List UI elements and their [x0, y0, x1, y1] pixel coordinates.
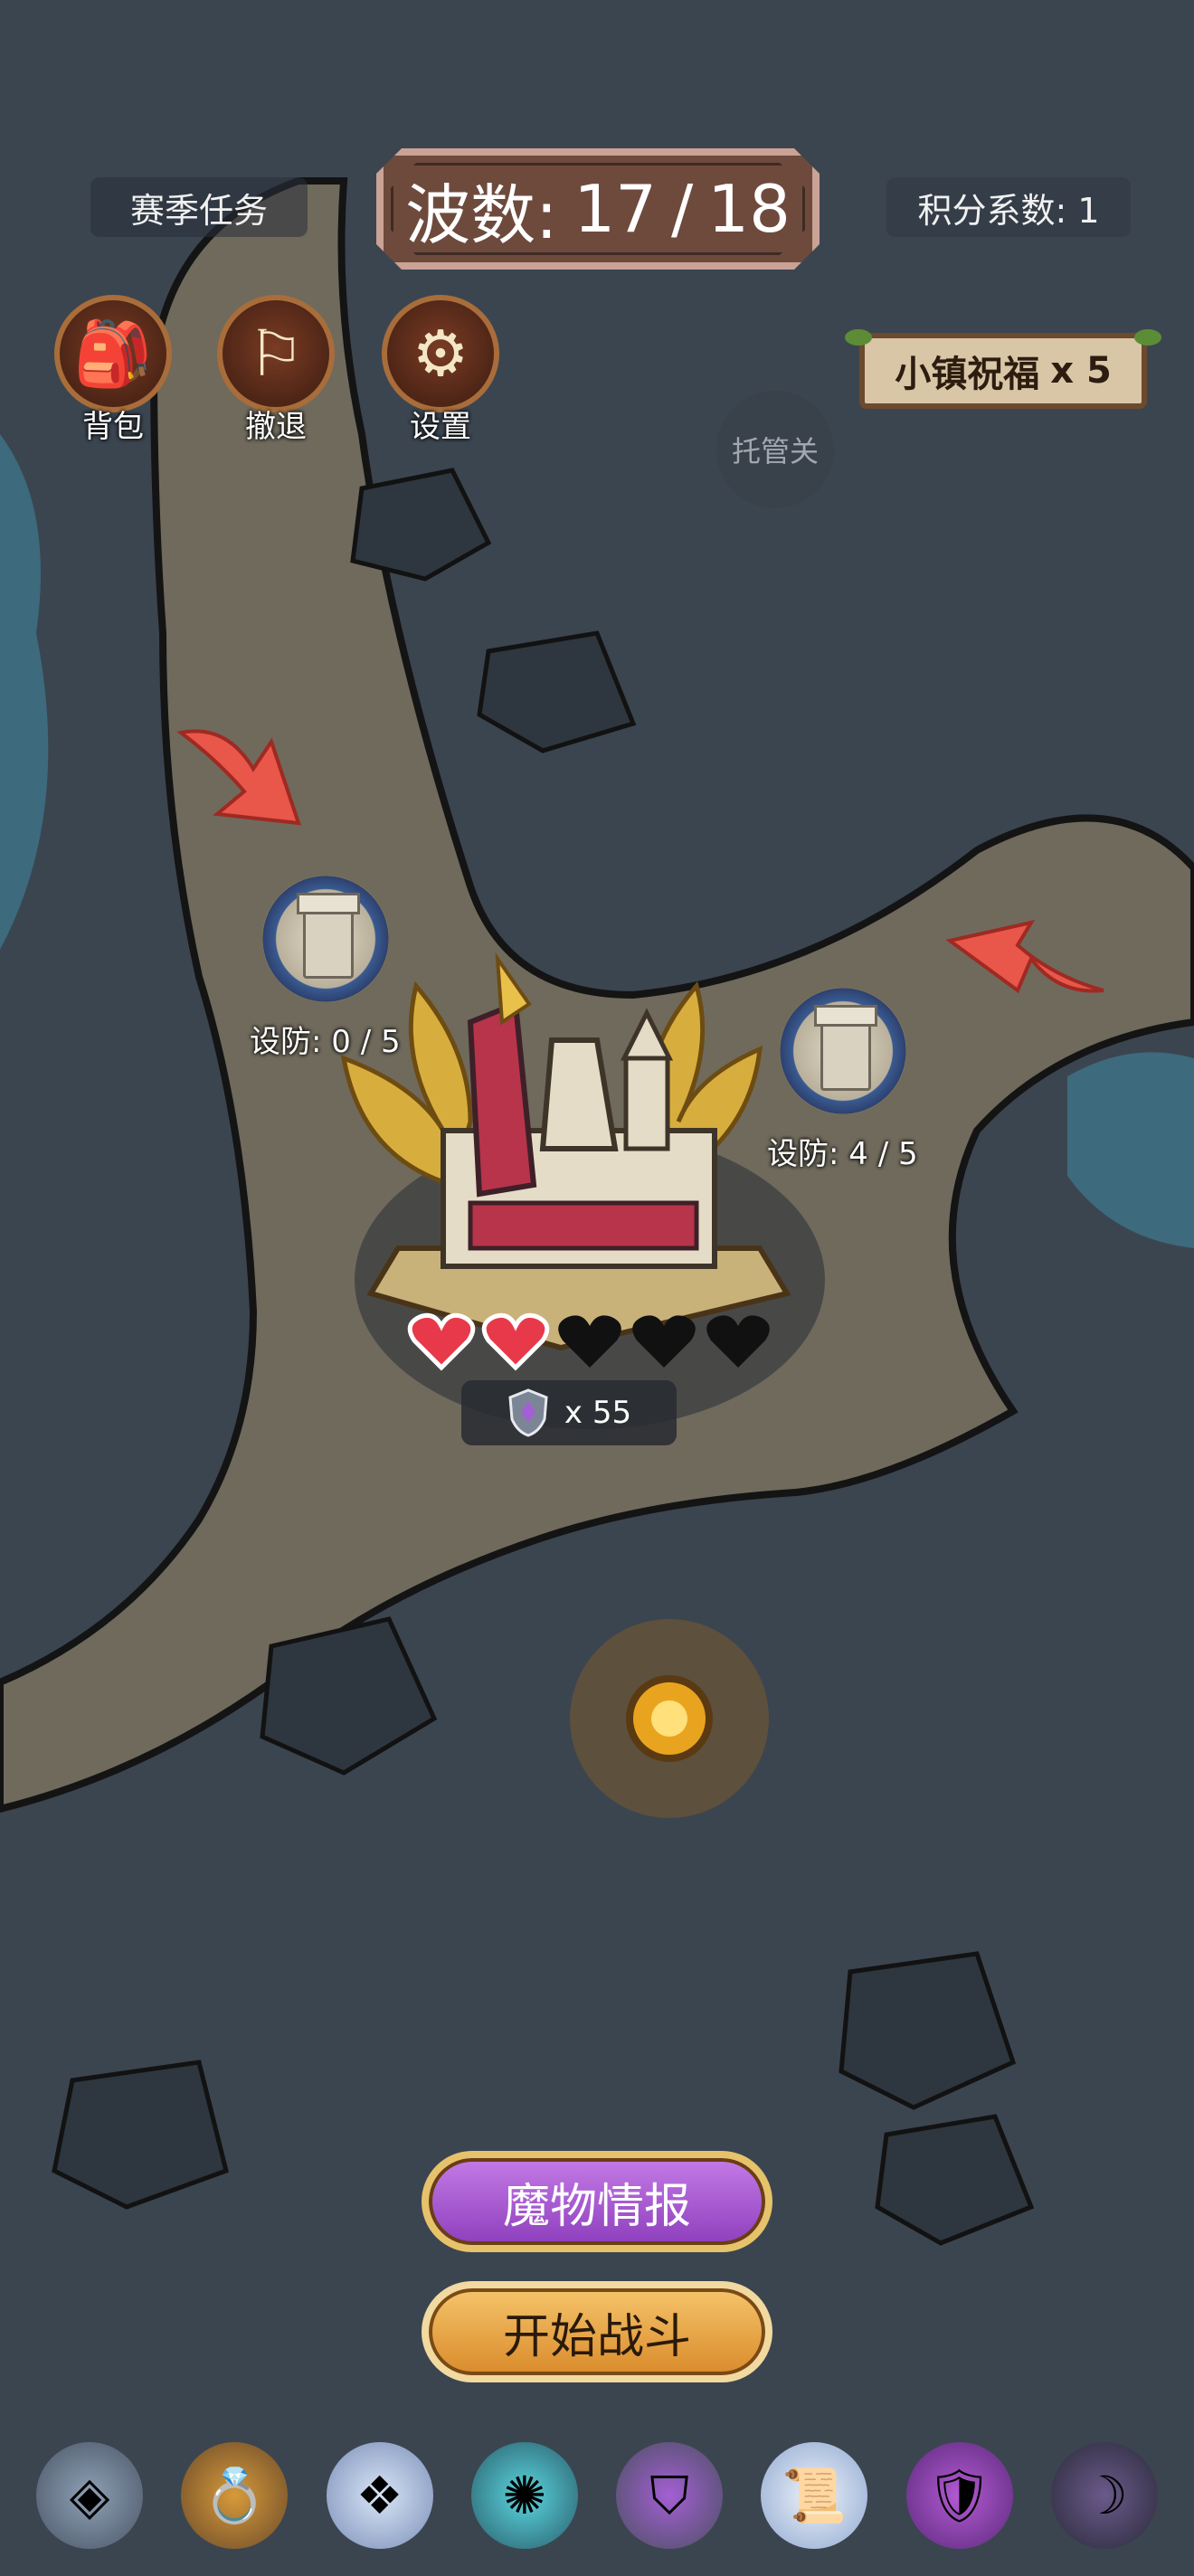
tower-icon — [814, 1005, 877, 1091]
leaf-icon — [845, 329, 872, 346]
rank-shield-icon[interactable]: ⛉ — [616, 2442, 724, 2549]
wave-panel-border — [391, 163, 805, 255]
heart-empty-icon — [630, 1312, 698, 1371]
blessing-label: 小镇祝福 — [895, 354, 1040, 395]
auto-battle-toggle[interactable]: 托管关 — [716, 391, 834, 508]
amber-ring-icon[interactable]: 💍 — [181, 2442, 289, 2549]
rank-token-counter: x 55 — [461, 1380, 677, 1445]
scythe-icon[interactable]: ☽ — [1050, 2442, 1158, 2549]
white-flag-icon: ⚐ — [247, 317, 305, 391]
monster-info-label: 魔物情报 — [502, 2179, 691, 2234]
leaf-icon — [1134, 329, 1161, 346]
rank-shield-icon — [508, 1388, 548, 1437]
crystal-ring-icon[interactable]: ❖ — [326, 2442, 433, 2549]
heart-icon — [481, 1312, 550, 1371]
retreat-label: 撤退 — [245, 409, 307, 445]
town-blessing-badge[interactable]: 小镇祝福 x 5 — [845, 329, 1161, 409]
start-battle-label: 开始战斗 — [502, 2309, 691, 2364]
base-health — [407, 1312, 772, 1371]
settings-label: 设置 — [410, 409, 471, 445]
season-task-button[interactable]: 赛季任务 — [90, 177, 308, 237]
monster-info-button[interactable]: 魔物情报 — [422, 2151, 772, 2252]
season-task-label: 赛季任务 — [129, 190, 268, 231]
backpack-icon: 🎒 — [73, 316, 153, 391]
enemy-path-arrow-right — [945, 920, 1104, 994]
item-bar: ◈ 💍 ❖ ✺ ⛉ 📜 🛡 ☽ — [36, 2442, 1158, 2551]
blessing-count: x 5 — [1050, 350, 1112, 392]
enemy-path-arrow-left — [176, 729, 301, 826]
start-battle-button[interactable]: 开始战斗 — [422, 2281, 772, 2382]
wave-counter: 波数: 17 / 18 — [376, 148, 820, 270]
orbit-ring-icon[interactable]: ✺ — [470, 2442, 578, 2549]
heart-empty-icon — [555, 1312, 624, 1371]
heart-empty-icon — [704, 1312, 772, 1371]
auto-battle-label: 托管关 — [731, 434, 819, 469]
score-coefficient-label: 积分系数: 1 — [917, 190, 1100, 231]
token-count: x 55 — [564, 1395, 632, 1431]
rune-stone-icon[interactable]: ◈ — [36, 2442, 143, 2549]
gear-icon: ⚙ — [412, 317, 469, 391]
score-coefficient: 积分系数: 1 — [886, 177, 1131, 237]
purple-shield-icon[interactable]: 🛡 — [905, 2442, 1013, 2549]
heart-icon — [407, 1312, 476, 1371]
backpack-label: 背包 — [82, 409, 144, 445]
retreat-button[interactable]: ⚐ 撤退 — [208, 295, 344, 445]
scroll-icon[interactable]: 📜 — [761, 2442, 868, 2549]
backpack-button[interactable]: 🎒 背包 — [45, 295, 181, 445]
settings-button[interactable]: ⚙ 设置 — [373, 295, 508, 445]
